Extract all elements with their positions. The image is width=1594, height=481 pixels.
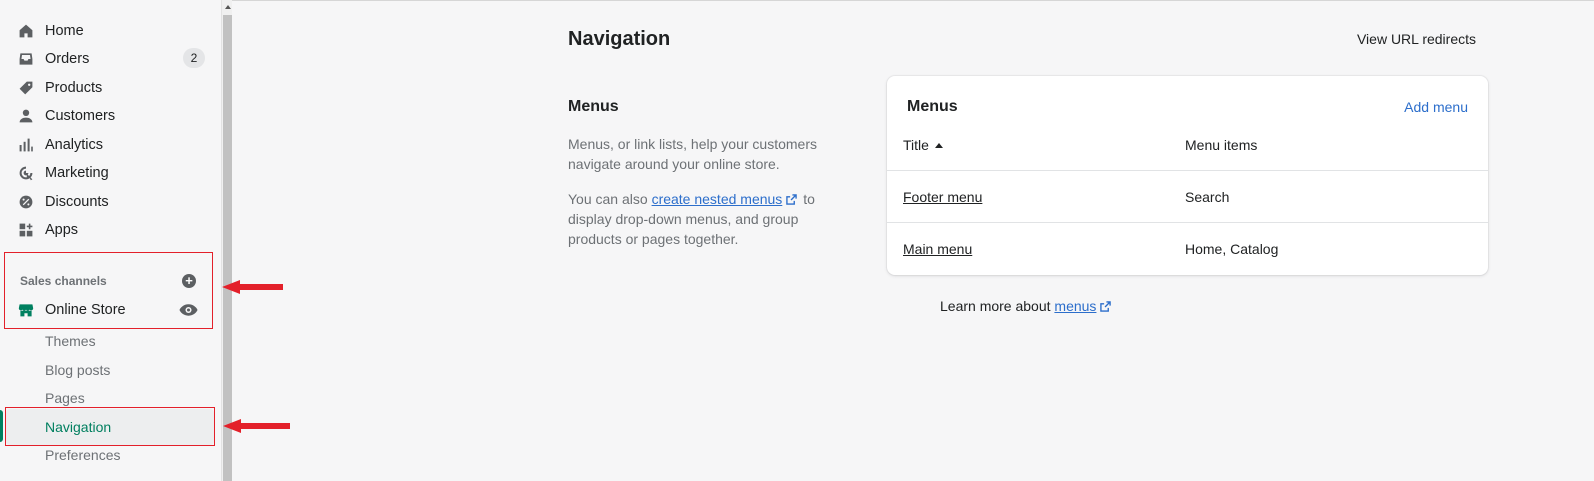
learn-more-menus-link[interactable]: menus <box>1054 298 1096 314</box>
menus-card: Menus Add menu Title Menu items Footer m… <box>887 76 1488 275</box>
sidebar-scrollbar[interactable] <box>221 0 232 481</box>
sidebar-item-label: Home <box>45 23 84 39</box>
create-nested-menus-link[interactable]: create nested menus <box>652 191 783 207</box>
sidebar-item-label: Marketing <box>45 165 109 181</box>
card-title: Menus <box>907 98 958 115</box>
discount-icon <box>17 193 35 211</box>
main-menu-link[interactable]: Main menu <box>903 241 972 257</box>
footer-menu-items: Search <box>1185 189 1230 205</box>
sidebar-item-label: Customers <box>45 108 116 124</box>
menus-description: Menus, or link lists, help your customer… <box>568 136 817 172</box>
sidebar-subitem-preferences[interactable]: Preferences <box>45 447 120 463</box>
sidebar-item-label: Products <box>45 80 103 96</box>
view-url-redirects-button[interactable]: View URL redirects <box>1348 26 1485 52</box>
scrollbar-thumb[interactable] <box>223 15 232 481</box>
row-divider <box>887 170 1488 171</box>
sidebar-item-apps[interactable]: Apps <box>17 219 211 241</box>
nested-menus-text-pre: You can also <box>568 191 652 207</box>
sort-ascending-icon <box>934 143 943 148</box>
sidebar-item-label: Orders <box>45 51 90 67</box>
tag-icon <box>17 79 35 97</box>
annotation-arrow-icon <box>222 280 283 294</box>
external-link-icon <box>786 194 798 205</box>
orders-icon <box>17 50 35 68</box>
bar-chart-icon <box>17 136 35 154</box>
footer-menu-link[interactable]: Footer menu <box>903 189 982 205</box>
sidebar-item-products[interactable]: Products <box>17 77 211 99</box>
target-icon <box>17 164 35 182</box>
main-menu-items: Home, Catalog <box>1185 241 1279 257</box>
apps-icon <box>17 221 35 239</box>
external-link-icon <box>1100 301 1112 312</box>
sidebar-item-marketing[interactable]: Marketing <box>17 162 211 184</box>
sidebar: Home Orders 2 Products Customers Analyti… <box>0 0 222 481</box>
person-icon <box>17 107 35 125</box>
row-divider <box>887 222 1488 223</box>
scroll-up-arrow-icon[interactable] <box>225 5 231 9</box>
learn-more-text: Learn more about menus <box>940 298 1113 314</box>
column-header-title[interactable]: Title <box>903 137 943 153</box>
sidebar-subitem-blog-posts[interactable]: Blog posts <box>45 362 110 378</box>
annotation-box-navigation <box>5 407 215 446</box>
sidebar-item-home[interactable]: Home <box>17 20 211 42</box>
sidebar-item-analytics[interactable]: Analytics <box>17 134 211 156</box>
sidebar-item-label: Discounts <box>45 194 109 210</box>
sidebar-item-discounts[interactable]: Discounts <box>17 191 211 213</box>
sidebar-item-orders[interactable]: Orders 2 <box>17 48 211 70</box>
page-title: Navigation <box>568 28 671 50</box>
active-item-indicator <box>0 410 3 442</box>
orders-count-badge: 2 <box>183 48 205 68</box>
add-menu-button[interactable]: Add menu <box>1404 99 1468 115</box>
sidebar-subitem-pages[interactable]: Pages <box>45 390 85 406</box>
home-icon <box>17 22 35 40</box>
annotation-arrow-icon <box>223 419 290 433</box>
annotation-box-sales-channels <box>4 252 213 329</box>
nested-menus-description: You can also create nested menus to disp… <box>568 189 828 249</box>
sidebar-item-label: Analytics <box>45 137 104 153</box>
sidebar-item-label: Apps <box>45 222 79 238</box>
column-title-label: Title <box>903 137 929 153</box>
top-border <box>0 0 1594 3</box>
learn-more-prefix: Learn more about <box>940 298 1055 314</box>
sidebar-item-customers[interactable]: Customers <box>17 105 211 127</box>
column-header-menu-items: Menu items <box>1185 137 1258 153</box>
menus-section-heading: Menus <box>568 98 619 115</box>
sidebar-subitem-themes[interactable]: Themes <box>45 333 96 349</box>
